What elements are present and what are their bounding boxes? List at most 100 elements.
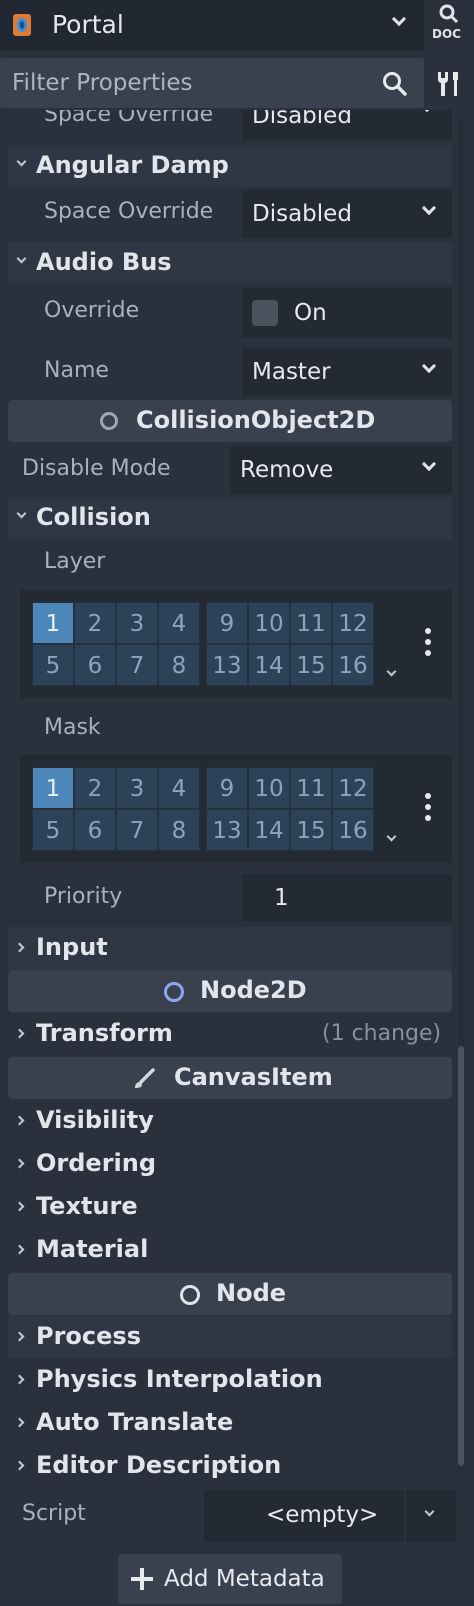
mask-bit-5[interactable]: 5 (32, 809, 74, 851)
mask-bit-2[interactable]: 2 (74, 767, 116, 809)
collision-title: Collision (36, 503, 151, 531)
scrollbar-thumb[interactable] (458, 1046, 464, 1466)
space-override-value: Disabled (252, 110, 352, 129)
canvasitem-header[interactable]: CanvasItem (8, 1057, 452, 1099)
physics-interpolation-section[interactable]: Physics Interpolation (8, 1359, 452, 1401)
angular-damp-section[interactable]: Angular Damp (8, 145, 452, 187)
name-label: Name (44, 358, 109, 383)
material-section[interactable]: Material (8, 1229, 452, 1271)
texture-section[interactable]: Texture (8, 1186, 452, 1228)
mask-bit-16[interactable]: 16 (332, 809, 374, 851)
priority-input[interactable]: 1 (242, 874, 452, 922)
process-title: Process (36, 1322, 141, 1350)
editor-description-section[interactable]: Editor Description (8, 1445, 452, 1487)
mask-bit-13[interactable]: 13 (206, 809, 248, 851)
chevron-right-icon (14, 942, 25, 953)
collision-section[interactable]: Collision (8, 497, 452, 539)
mask-grid-container: 1 2 3 4 9 10 11 12 5 6 7 8 13 14 15 16 (20, 755, 452, 863)
chevron-right-icon (14, 1417, 25, 1428)
bus-name-dropdown[interactable]: Master (242, 348, 452, 396)
chevron-right-icon (14, 1201, 25, 1212)
chevron-down-icon (16, 508, 27, 519)
mask-menu-kebab-icon[interactable] (425, 793, 431, 826)
mask-bit-1[interactable]: 1 (32, 767, 74, 809)
mask-bit-6[interactable]: 6 (74, 809, 116, 851)
layer-bit-9[interactable]: 9 (206, 602, 248, 644)
collisionobject2d-header[interactable]: CollisionObject2D (8, 400, 452, 442)
layer-bit-12[interactable]: 12 (332, 602, 374, 644)
wrench-screwdriver-icon (437, 72, 458, 96)
visibility-section[interactable]: Visibility (8, 1100, 452, 1142)
layer-menu-kebab-icon[interactable] (425, 628, 431, 661)
input-title: Input (36, 933, 108, 961)
doc-label: DOC (432, 27, 461, 41)
mask-label: Mask (44, 715, 101, 740)
object-selector[interactable]: Portal (0, 0, 424, 50)
chevron-down-icon (16, 253, 27, 264)
layer-bit-14[interactable]: 14 (248, 644, 290, 686)
layer-bit-2[interactable]: 2 (74, 602, 116, 644)
chevron-right-icon (14, 1460, 25, 1471)
layer-bit-15[interactable]: 15 (290, 644, 332, 686)
disable-mode-dropdown[interactable]: Remove (230, 446, 452, 494)
texture-title: Texture (36, 1192, 138, 1220)
mask-bit-9[interactable]: 9 (206, 767, 248, 809)
mask-bit-8[interactable]: 8 (158, 809, 200, 851)
node-header[interactable]: Node (8, 1273, 452, 1315)
mask-bit-4[interactable]: 4 (158, 767, 200, 809)
chevron-right-icon (14, 1374, 25, 1385)
mask-bit-11[interactable]: 11 (290, 767, 332, 809)
input-section[interactable]: Input (8, 927, 452, 969)
space-override-dropdown[interactable]: Disabled (242, 190, 452, 238)
auto-translate-title: Auto Translate (36, 1408, 234, 1436)
layer-bit-4[interactable]: 4 (158, 602, 200, 644)
space-override-value: Disabled (252, 201, 352, 227)
add-metadata-button[interactable]: Add Metadata (118, 1554, 342, 1604)
override-checkbox[interactable]: On (242, 288, 452, 338)
mask-bit-10[interactable]: 10 (248, 767, 290, 809)
chevron-right-icon (14, 1115, 25, 1126)
layer-bit-1[interactable]: 1 (32, 602, 74, 644)
mask-bit-3[interactable]: 3 (116, 767, 158, 809)
auto-translate-section[interactable]: Auto Translate (8, 1402, 452, 1444)
node-title: Node (216, 1279, 287, 1307)
portal-node-icon (12, 13, 32, 37)
plus-icon (131, 1568, 153, 1590)
mask-bit-7[interactable]: 7 (116, 809, 158, 851)
layer-bit-5[interactable]: 5 (32, 644, 74, 686)
docs-button[interactable]: DOC (424, 0, 474, 50)
checkbox-box[interactable] (252, 300, 278, 326)
layer-bit-7[interactable]: 7 (116, 644, 158, 686)
layer-bit-13[interactable]: 13 (206, 644, 248, 686)
priority-row: Priority 1 (8, 874, 452, 922)
layer-bit-8[interactable]: 8 (158, 644, 200, 686)
space-override-row-partial: Space Override Disabled (0, 110, 452, 144)
audio-bus-section[interactable]: Audio Bus (8, 242, 452, 284)
script-dropdown-button[interactable] (406, 1490, 456, 1542)
layer-bit-6[interactable]: 6 (74, 644, 116, 686)
node2d-header[interactable]: Node2D (8, 970, 452, 1012)
space-override-value-box[interactable]: Disabled (242, 110, 452, 140)
mask-bit-15[interactable]: 15 (290, 809, 332, 851)
script-resource-picker[interactable]: <empty> (204, 1490, 404, 1542)
node2d-icon (164, 982, 184, 1002)
physics-interpolation-title: Physics Interpolation (36, 1365, 323, 1393)
filter-properties-input[interactable]: Filter Properties (0, 58, 424, 108)
chevron-down-icon (421, 456, 437, 472)
tools-button[interactable] (424, 58, 474, 108)
mask-bit-14[interactable]: 14 (248, 809, 290, 851)
disable-mode-label: Disable Mode (22, 456, 171, 481)
layer-bit-16[interactable]: 16 (332, 644, 374, 686)
layer-bit-3[interactable]: 3 (116, 602, 158, 644)
transform-section[interactable]: Transform (1 change) (8, 1013, 452, 1055)
process-section[interactable]: Process (8, 1316, 452, 1358)
override-row: Override On (8, 288, 452, 338)
layer-bit-10[interactable]: 10 (248, 602, 290, 644)
mask-grid: 1 2 3 4 9 10 11 12 5 6 7 8 13 14 15 16 (32, 767, 377, 851)
layer-bit-11[interactable]: 11 (290, 602, 332, 644)
ordering-section[interactable]: Ordering (8, 1143, 452, 1185)
mask-bit-12[interactable]: 12 (332, 767, 374, 809)
disable-mode-value: Remove (240, 457, 334, 483)
node2d-title: Node2D (200, 976, 307, 1004)
script-value: <empty> (266, 1502, 379, 1528)
